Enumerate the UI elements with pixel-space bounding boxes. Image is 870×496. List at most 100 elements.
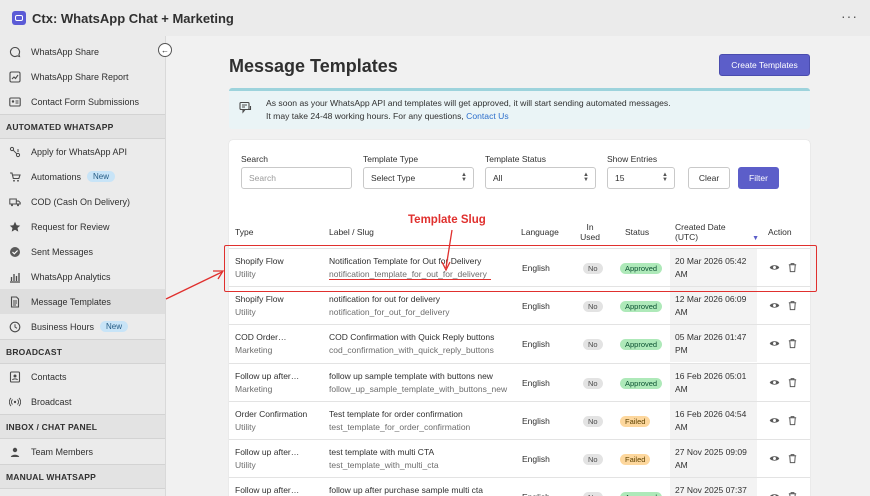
section-header-inbox: INBOX / CHAT PANEL: [0, 414, 165, 439]
delete-trash-icon[interactable]: [787, 338, 798, 349]
row-language: English: [522, 416, 550, 426]
new-badge: New: [87, 171, 116, 182]
view-eye-icon[interactable]: [769, 300, 780, 311]
sidebar-item-apply-whatsapp-api[interactable]: Apply for WhatsApp API: [0, 139, 165, 164]
contact-us-link[interactable]: Contact Us: [466, 111, 509, 121]
delete-trash-icon[interactable]: [787, 377, 798, 388]
search-input[interactable]: Search: [241, 167, 352, 189]
section-header-broadcast: BROADCAST: [0, 339, 165, 364]
status-badge: Failed: [620, 416, 651, 427]
table-row: Order Confirmation Utility Test template f…: [229, 401, 810, 439]
clear-button[interactable]: Clear: [688, 167, 730, 189]
row-label-slug: follow up after purchase sample multi ct…: [329, 485, 484, 495]
annotation-arrow-sidebar: [165, 271, 223, 300]
in-used-badge: No: [583, 301, 603, 312]
row-created-date: 27 Nov 2025 07:37: [675, 485, 747, 495]
row-created-date: 20 Mar 2026 05:42 AM: [675, 256, 747, 279]
row-language: English: [522, 454, 550, 464]
star-icon: [9, 221, 21, 233]
section-header-automated: AUTOMATED WHATSAPP: [0, 114, 165, 139]
select-arrows-icon: ▲ ▼: [583, 172, 589, 183]
app-header: Ctx: WhatsApp Chat + Marketing ···: [0, 0, 870, 36]
delete-trash-icon[interactable]: [787, 453, 798, 464]
column-header-created-date[interactable]: Created Date (UTC) ▼: [675, 222, 759, 244]
sidebar-item-contacts[interactable]: Contacts: [0, 364, 165, 389]
row-label-slug: test template with multi CTA test_templat…: [329, 447, 439, 470]
delete-trash-icon[interactable]: [787, 415, 798, 426]
chat-bubble-icon: [9, 46, 21, 58]
section-header-manual: MANUAL WHATSAPP: [0, 464, 165, 489]
in-used-badge: No: [583, 416, 603, 427]
row-created-date: 12 Mar 2026 06:09 AM: [675, 294, 747, 317]
sidebar-item-broadcast[interactable]: Broadcast: [0, 389, 165, 414]
sidebar-item-label: Business Hours: [31, 321, 95, 332]
sidebar-item-business-hours[interactable]: Business Hours New: [0, 314, 165, 339]
row-created-date: 05 Mar 2026 01:47 PM: [675, 332, 747, 355]
clock-icon: [9, 321, 21, 333]
view-eye-icon[interactable]: [769, 377, 780, 388]
create-templates-button[interactable]: Create Templates: [719, 54, 810, 76]
sidebar-item-automations[interactable]: Automations New: [0, 164, 165, 189]
check-circle-icon: [9, 246, 21, 258]
table-row: Follow up after… Utility test template wit…: [229, 439, 810, 477]
template-status-select[interactable]: All ▲ ▼: [485, 167, 596, 189]
sidebar-item-label: Apply for WhatsApp API: [31, 146, 128, 157]
info-chat-icon: [239, 101, 252, 114]
in-used-badge: No: [583, 454, 603, 465]
delete-trash-icon[interactable]: [787, 300, 798, 311]
more-options-icon[interactable]: ···: [841, 9, 858, 23]
sidebar-item-label: COD (Cash On Delivery): [31, 196, 131, 207]
sidebar-item-label: Contacts: [31, 371, 67, 382]
sidebar-item-label: WhatsApp Analytics: [31, 271, 111, 282]
sidebar-item-team-members[interactable]: Team Members: [0, 439, 165, 464]
column-header-language: Language: [521, 227, 559, 237]
template-type-select[interactable]: Select Type ▲ ▼: [363, 167, 474, 189]
id-card-icon: [9, 96, 21, 108]
sidebar: WhatsApp Share WhatsApp Share Report Con…: [0, 36, 166, 496]
column-header-in-used: In Used: [580, 222, 600, 242]
row-label-slug: Notification Template for Out for Delive…: [329, 256, 487, 279]
flow-icon: [9, 146, 21, 158]
sidebar-item-label: Sent Messages: [31, 246, 94, 257]
sidebar-item-request-review[interactable]: Request for Review: [0, 214, 165, 239]
column-header-action: Action: [768, 227, 792, 237]
row-type: Follow up after… Utility: [235, 447, 300, 470]
delete-trash-icon[interactable]: [787, 491, 798, 496]
sort-desc-icon[interactable]: ▼: [752, 235, 759, 242]
view-eye-icon[interactable]: [769, 415, 780, 426]
row-type: Shopify Flow Utility: [235, 294, 284, 317]
view-eye-icon[interactable]: [769, 338, 780, 349]
select-arrows-icon: ▲ ▼: [461, 172, 467, 183]
view-eye-icon[interactable]: [769, 491, 780, 496]
show-entries-label: Show Entries: [607, 154, 658, 164]
template-status-label: Template Status: [485, 154, 546, 164]
sidebar-item-label: WhatsApp Share Report: [31, 71, 129, 82]
in-used-badge: No: [583, 492, 603, 496]
delete-trash-icon[interactable]: [787, 262, 798, 273]
sidebar-item-whatsapp-share-report[interactable]: WhatsApp Share Report: [0, 64, 165, 89]
sidebar-item-label: Broadcast: [31, 396, 72, 407]
sidebar-item-whatsapp-share[interactable]: WhatsApp Share: [0, 39, 165, 64]
sidebar-item-whatsapp-analytics[interactable]: WhatsApp Analytics: [0, 264, 165, 289]
sidebar-item-message-templates[interactable]: Message Templates: [0, 289, 165, 314]
show-entries-select[interactable]: 15 ▲ ▼: [607, 167, 675, 189]
sidebar-item-cod[interactable]: COD (Cash On Delivery): [0, 189, 165, 214]
row-type: Follow up after… Marketing: [235, 371, 300, 394]
row-language: English: [522, 339, 550, 349]
filter-button[interactable]: Filter: [738, 167, 779, 189]
row-label-slug: follow up sample template with buttons n…: [329, 371, 508, 394]
sidebar-item-label: Request for Review: [31, 221, 110, 232]
sidebar-item-sent-messages[interactable]: Sent Messages: [0, 239, 165, 264]
team-icon: [9, 446, 21, 458]
row-created-date: 27 Nov 2025 09:09 AM: [675, 447, 747, 470]
table-row: Shopify Flow Utility Notification Template…: [229, 248, 810, 286]
row-created-date: 16 Feb 2026 05:01 AM: [675, 371, 747, 394]
collapse-sidebar-button[interactable]: ←: [158, 43, 172, 57]
in-used-badge: No: [583, 263, 603, 274]
view-eye-icon[interactable]: [769, 262, 780, 273]
sidebar-item-contact-form-submissions[interactable]: Contact Form Submissions: [0, 89, 165, 114]
column-header-label-slug: Label / Slug: [329, 227, 374, 237]
bar-chart-icon: [9, 271, 21, 283]
view-eye-icon[interactable]: [769, 453, 780, 464]
table-row: Follow up after… follow up after purchase…: [229, 477, 810, 496]
